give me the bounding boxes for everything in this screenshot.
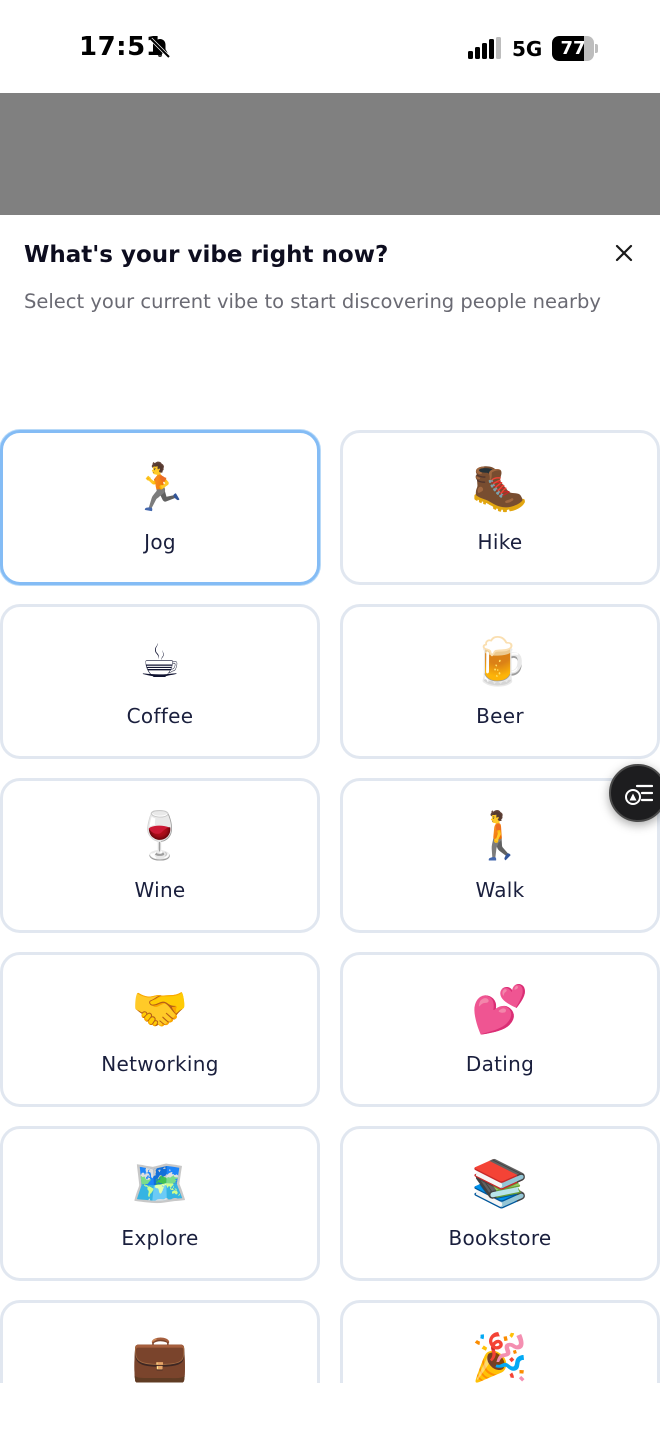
- vibe-label: Dating: [465, 1052, 535, 1076]
- sheet-title: What's your vibe right now?: [24, 242, 389, 268]
- close-icon: [615, 244, 633, 262]
- vibe-card-party[interactable]: 🎉: [340, 1300, 660, 1383]
- bell-slash-icon: [149, 37, 171, 59]
- list-filter-icon: [625, 784, 653, 805]
- world-map-icon: 🗺️: [131, 1156, 189, 1210]
- vibe-sheet: What's your vibe right now? Select your …: [0, 215, 660, 1383]
- battery-icon: 77: [552, 36, 598, 61]
- wine-glass-icon: 🍷: [131, 808, 189, 862]
- party-popper-icon: 🎉: [471, 1330, 529, 1383]
- vibe-card-dating[interactable]: 💕 Dating: [340, 952, 660, 1107]
- network-label: 5G: [512, 37, 543, 61]
- vibe-card-work[interactable]: 💼: [0, 1300, 320, 1383]
- runner-icon: 🏃: [131, 460, 189, 514]
- sheet-subtitle: Select your current vibe to start discov…: [24, 290, 601, 313]
- status-bar: 17:51 5G 77: [0, 0, 660, 93]
- coffee-icon: ☕: [139, 634, 181, 688]
- vibe-card-wine[interactable]: 🍷 Wine: [0, 778, 320, 933]
- walking-person-icon: 🚶: [471, 808, 529, 862]
- two-hearts-icon: 💕: [471, 982, 529, 1036]
- vibe-card-beer[interactable]: 🍺 Beer: [340, 604, 660, 759]
- vibe-card-hike[interactable]: 🥾 Hike: [340, 430, 660, 585]
- vibe-label: Wine: [134, 878, 186, 902]
- vibe-label: Bookstore: [448, 1226, 552, 1250]
- floating-menu-button[interactable]: [609, 764, 660, 822]
- vibe-label: Hike: [477, 530, 523, 554]
- briefcase-icon: 💼: [131, 1330, 189, 1383]
- vibe-card-networking[interactable]: 🤝 Networking: [0, 952, 320, 1107]
- handshake-icon: 🤝: [131, 982, 189, 1036]
- vibe-card-coffee[interactable]: ☕ Coffee: [0, 604, 320, 759]
- vibe-label: Walk: [475, 878, 525, 902]
- vibe-card-bookstore[interactable]: 📚 Bookstore: [340, 1126, 660, 1281]
- vibe-card-jog[interactable]: 🏃 Jog: [0, 430, 320, 585]
- hiking-boot-icon: 🥾: [471, 460, 529, 514]
- vibe-label: Jog: [144, 530, 176, 554]
- beer-mug-icon: 🍺: [471, 634, 529, 688]
- vibe-label: Coffee: [126, 704, 194, 728]
- vibe-label: Beer: [476, 704, 524, 728]
- bottom-area: [0, 1383, 660, 1434]
- close-button[interactable]: [608, 237, 640, 269]
- vibe-card-explore[interactable]: 🗺️ Explore: [0, 1126, 320, 1281]
- vibe-label: Networking: [101, 1052, 219, 1076]
- books-icon: 📚: [471, 1156, 529, 1210]
- signal-icon: [468, 37, 501, 59]
- vibe-label: Explore: [121, 1226, 199, 1250]
- battery-level: 77: [560, 38, 586, 59]
- modal-backdrop[interactable]: [0, 93, 660, 215]
